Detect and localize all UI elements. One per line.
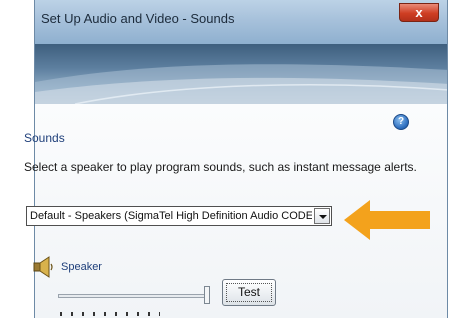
section-title: Sounds — [24, 131, 65, 145]
banner-swoosh — [35, 64, 447, 104]
speaker-device-dropdown[interactable]: Default - Speakers (SigmaTel High Defini… — [26, 206, 332, 226]
test-speaker-button[interactable]: Test — [222, 279, 276, 306]
window-title: Set Up Audio and Video - Sounds — [41, 11, 235, 26]
volume-slider-track[interactable] — [58, 294, 208, 298]
help-icon: ? — [397, 116, 405, 127]
section-description: Select a speaker to play program sounds,… — [24, 160, 417, 174]
speaker-icon — [33, 256, 53, 278]
annotation-arrow-icon — [344, 200, 430, 240]
volume-slider-ticks — [60, 312, 160, 316]
focus-outline — [226, 283, 272, 302]
help-button[interactable]: ? — [393, 114, 409, 130]
speaker-label: Speaker — [61, 261, 102, 273]
close-icon: x — [415, 5, 423, 20]
close-button[interactable]: x — [399, 3, 439, 22]
volume-slider-thumb[interactable] — [204, 286, 210, 304]
dropdown-selected-value: Default - Speakers (SigmaTel High Defini… — [30, 210, 312, 222]
title-bar[interactable]: Set Up Audio and Video - Sounds x — [35, 0, 447, 44]
header-banner — [35, 44, 447, 104]
chevron-down-icon[interactable] — [314, 208, 330, 224]
